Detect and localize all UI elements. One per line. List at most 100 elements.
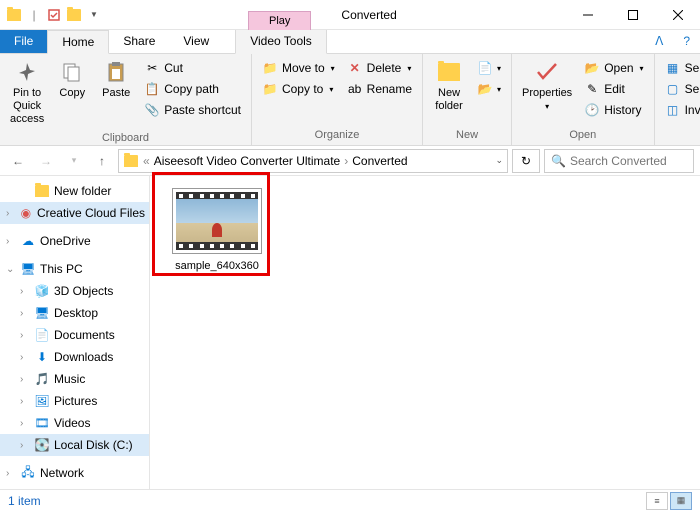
refresh-button[interactable]: ↻ [512, 149, 540, 173]
minimize-button[interactable] [565, 0, 610, 30]
search-input[interactable]: 🔍 [544, 149, 694, 173]
edit-icon: ✎ [584, 81, 600, 97]
paste-shortcut-button[interactable]: 📎Paste shortcut [140, 100, 245, 120]
recent-locations-button[interactable]: ▾ [62, 149, 86, 173]
new-folder-button[interactable]: New folder [427, 56, 471, 116]
ribbon-group-new: New folder 📄▾ 📂▾ New [423, 54, 512, 145]
downloads-icon: ⬇ [34, 349, 50, 365]
breadcrumb-root-chevron[interactable]: « [143, 154, 150, 168]
search-icon: 🔍 [551, 154, 566, 168]
paste-button[interactable]: Paste [94, 56, 138, 103]
address-dropdown-button[interactable]: ⌄ [495, 155, 503, 166]
tree-item-this-pc[interactable]: ⌄🖥This PC [0, 258, 149, 280]
pc-icon: 🖥 [20, 261, 36, 277]
back-button[interactable]: ← [6, 149, 30, 173]
details-view-button[interactable]: ≡ [646, 492, 668, 510]
3d-icon: 🧊 [34, 283, 50, 299]
forward-button[interactable]: → [34, 149, 58, 173]
copy-to-icon: 📁 [262, 81, 278, 97]
ribbon-tabs: File Home Share View Video Tools ᐱ ? [0, 30, 700, 54]
select-all-icon: ▦ [665, 60, 681, 76]
chevron-down-icon: ▾ [497, 64, 501, 73]
new-item-button[interactable]: 📄▾ [473, 58, 505, 78]
tree-item-creative-cloud[interactable]: ›◉Creative Cloud Files [0, 202, 149, 224]
item-count: 1 item [8, 494, 41, 508]
videos-icon: 🎞 [34, 415, 50, 431]
chevron-down-icon: ▾ [640, 64, 644, 73]
file-list[interactable]: sample_640x360 [150, 176, 700, 489]
group-label-clipboard: Clipboard [4, 130, 247, 146]
tree-item-downloads[interactable]: ›⬇Downloads [0, 346, 149, 368]
delete-button[interactable]: ✕Delete▾ [343, 58, 416, 78]
tree-item-videos[interactable]: ›🎞Videos [0, 412, 149, 434]
close-button[interactable] [655, 0, 700, 30]
breadcrumb-box[interactable]: « Aiseesoft Video Converter Ultimate› Co… [118, 149, 508, 173]
group-label-open: Open [516, 127, 650, 143]
folder-icon[interactable] [66, 7, 82, 23]
copy-button[interactable]: Copy [50, 56, 94, 103]
chevron-down-icon: ▾ [329, 85, 333, 94]
select-all-button[interactable]: ▦Select all [661, 58, 700, 78]
open-icon: 📂 [584, 60, 600, 76]
navigation-pane[interactable]: New folder ›◉Creative Cloud Files ›☁OneD… [0, 176, 150, 489]
history-icon: 🕑 [584, 102, 600, 118]
up-button[interactable]: ↑ [90, 149, 114, 173]
tab-video-tools[interactable]: Video Tools [235, 30, 327, 54]
tree-item-new-folder[interactable]: New folder [0, 180, 149, 202]
select-none-button[interactable]: ▢Select none [661, 79, 700, 99]
tree-item-3d-objects[interactable]: ›🧊3D Objects [0, 280, 149, 302]
ribbon-collapse-button[interactable]: ᐱ [645, 30, 673, 53]
copy-to-button[interactable]: 📁Copy to▾ [258, 79, 339, 99]
easy-access-button[interactable]: 📂▾ [473, 79, 505, 99]
tab-home[interactable]: Home [47, 30, 109, 54]
chevron-down-icon[interactable]: ▼ [86, 7, 102, 23]
copy-path-button[interactable]: 📋Copy path [140, 79, 245, 99]
tree-item-documents[interactable]: ›📄Documents [0, 324, 149, 346]
delete-icon: ✕ [347, 60, 363, 76]
invert-selection-button[interactable]: ◫Invert selection [661, 100, 700, 120]
properties-icon[interactable] [46, 7, 62, 23]
play-context-label: Play [248, 11, 311, 30]
help-button[interactable]: ? [673, 30, 700, 53]
folder-icon [34, 183, 50, 199]
breadcrumb-item[interactable]: Aiseesoft Video Converter Ultimate› [154, 154, 349, 168]
pin-icon [12, 59, 42, 85]
chevron-down-icon: ▾ [545, 102, 549, 111]
address-bar: ← → ▾ ↑ « Aiseesoft Video Converter Ulti… [0, 146, 700, 176]
qat-divider: | [26, 7, 42, 23]
tree-item-desktop[interactable]: ›🖥Desktop [0, 302, 149, 324]
open-button[interactable]: 📂Open▾ [580, 58, 647, 78]
tab-file[interactable]: File [0, 30, 47, 53]
chevron-down-icon: ▾ [497, 85, 501, 94]
contextual-tab-group: Play [248, 0, 311, 30]
search-field[interactable] [570, 154, 687, 168]
move-icon: 📁 [262, 60, 278, 76]
move-to-button[interactable]: 📁Move to▾ [258, 58, 339, 78]
new-folder-icon [434, 59, 464, 85]
title-bar: | ▼ Play Converted [0, 0, 700, 30]
pin-to-quick-access-button[interactable]: Pin to Quick access [4, 56, 50, 130]
ribbon: Pin to Quick access Copy Paste ✂Cut 📋Cop… [0, 54, 700, 146]
tree-item-music[interactable]: ›🎵Music [0, 368, 149, 390]
maximize-button[interactable] [610, 0, 655, 30]
rename-button[interactable]: abRename [343, 79, 416, 99]
thumbnails-view-button[interactable]: ▦ [670, 492, 692, 510]
select-none-icon: ▢ [665, 81, 681, 97]
tree-item-network[interactable]: ›🖧Network [0, 462, 149, 484]
new-item-icon: 📄 [477, 60, 493, 76]
tree-item-onedrive[interactable]: ›☁OneDrive [0, 230, 149, 252]
tab-view[interactable]: View [169, 30, 223, 53]
invert-icon: ◫ [665, 102, 681, 118]
folder-icon[interactable] [6, 7, 22, 23]
properties-button[interactable]: Properties ▾ [516, 56, 578, 114]
shortcut-icon: 📎 [144, 102, 160, 118]
history-button[interactable]: 🕑History [580, 100, 647, 120]
breadcrumb-item[interactable]: Converted [352, 154, 407, 168]
edit-button[interactable]: ✎Edit [580, 79, 647, 99]
network-icon: 🖧 [20, 465, 36, 481]
tree-item-local-disk[interactable]: ›💽Local Disk (C:) [0, 434, 149, 456]
copy-icon [57, 59, 87, 85]
tree-item-pictures[interactable]: ›🖼Pictures [0, 390, 149, 412]
cut-button[interactable]: ✂Cut [140, 58, 245, 78]
tab-share[interactable]: Share [109, 30, 169, 53]
